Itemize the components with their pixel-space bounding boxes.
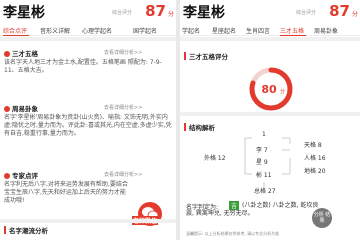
- divider: [0, 37, 176, 41]
- sanshi-text: 该名字天人地三才为金土水,配置佳。五格笔画 照配为: 7-9-11、五格大吉。: [4, 59, 162, 74]
- ring-value: 80: [261, 83, 277, 96]
- right-screen: 李星彬 综合评分 87 分 学起名 星座起名 生肖四言 三才五格 周易卦象 三才…: [180, 0, 360, 240]
- tab-guoxue[interactable]: 国学起名: [133, 26, 157, 35]
- zhouyi-text: 名字'李星彬'周易卦象为贲卦(山火贲)、喻指: 文饰无明,外实内虚;隐忧之时,量…: [4, 114, 172, 137]
- expert-title: 专家点评: [4, 170, 38, 180]
- divider: [180, 112, 360, 116]
- grid-top: 1: [262, 131, 266, 138]
- calc-text: (八卦之数) 八卦之数, 乾坎良震, 巽离坤兑, 无穷无尽。: [186, 202, 319, 217]
- gear-icon: [4, 173, 10, 179]
- score-label: 综合评分: [295, 10, 316, 16]
- header: 李星彬 综合评分 87 分: [180, 0, 360, 24]
- tab-bar: 学起名 星座起名 生肖四言 三才五格 周易卦象: [180, 24, 360, 36]
- divider: [0, 219, 176, 223]
- grid-char-1: 李 7: [256, 147, 268, 154]
- tab-sancai[interactable]: 三才五格: [280, 26, 304, 35]
- name-title: 李星彬: [183, 5, 225, 21]
- ring-unit: 分: [280, 88, 285, 95]
- tab-underline: [3, 35, 29, 36]
- grid-di: 地格 20: [304, 168, 326, 175]
- sancai-score-title: 三才五格评分: [189, 53, 228, 61]
- tab-xueqiming[interactable]: 学起名: [182, 26, 200, 35]
- grid-outer: 外格 12: [204, 155, 226, 162]
- zhouyi-title: 周易卦象: [4, 103, 38, 113]
- section-marker: [4, 226, 6, 234]
- grid-char-2: 星 9: [256, 159, 268, 166]
- tab-zhouyi[interactable]: 周易卦象: [314, 26, 338, 35]
- analysis-result-button[interactable]: 分析 结果: [312, 208, 332, 228]
- expert-detail-link[interactable]: 去看详细分析>>: [104, 171, 142, 178]
- zhouyi-detail-link[interactable]: 去看详细分析>>: [104, 104, 142, 111]
- score-unit: 分: [351, 11, 358, 18]
- tab-xingzuo[interactable]: 星座起名: [212, 26, 236, 35]
- grid-ren: 人格 16: [304, 155, 326, 162]
- expert-text: 名字利无后八字,对将来运势发展有帮助,要结合宝宝生辰八字,先天和好运加上后天的努…: [4, 181, 128, 204]
- score-label: 综合评分: [111, 10, 132, 16]
- grid-char-3: 彬 11: [256, 172, 272, 179]
- grid-total: 总格 27: [254, 188, 276, 195]
- sanshi-title: 三才五格: [4, 48, 38, 58]
- tab-bar: 综合点评 音形义详解 心理学起名 国学起名: [0, 24, 176, 36]
- section-marker: [184, 52, 186, 60]
- gear-icon: [4, 51, 10, 57]
- tab-overview[interactable]: 综合点评: [3, 26, 27, 35]
- left-screen: 李星彬 综合评分 87 分 综合点评 音形义详解 心理学起名 国学起名 三才五格…: [0, 0, 176, 240]
- score-ring: 80 分: [249, 67, 293, 111]
- score-value: 87: [329, 2, 350, 20]
- gear-icon: [4, 106, 10, 112]
- tab-underline: [280, 35, 306, 36]
- sanshi-detail-link[interactable]: 去看详细分析>>: [104, 49, 142, 56]
- tab-meaning[interactable]: 音形义详解: [40, 26, 70, 35]
- score-value: 87: [145, 2, 166, 20]
- name-title: 李星彬: [3, 5, 45, 21]
- header: 李星彬 综合评分 87 分: [0, 0, 176, 24]
- bottom-note: 温馨提示: 以上分析结果仅供参考, 请以专业分析为准: [186, 231, 280, 236]
- tab-psychology[interactable]: 心理学起名: [82, 26, 112, 35]
- divider: [180, 37, 360, 41]
- trend-title: 名字潮流分析: [9, 227, 48, 235]
- score-unit: 分: [167, 11, 174, 18]
- tab-shengxiao[interactable]: 生肖四言: [246, 26, 270, 35]
- grid-tian: 天格 8: [304, 142, 322, 149]
